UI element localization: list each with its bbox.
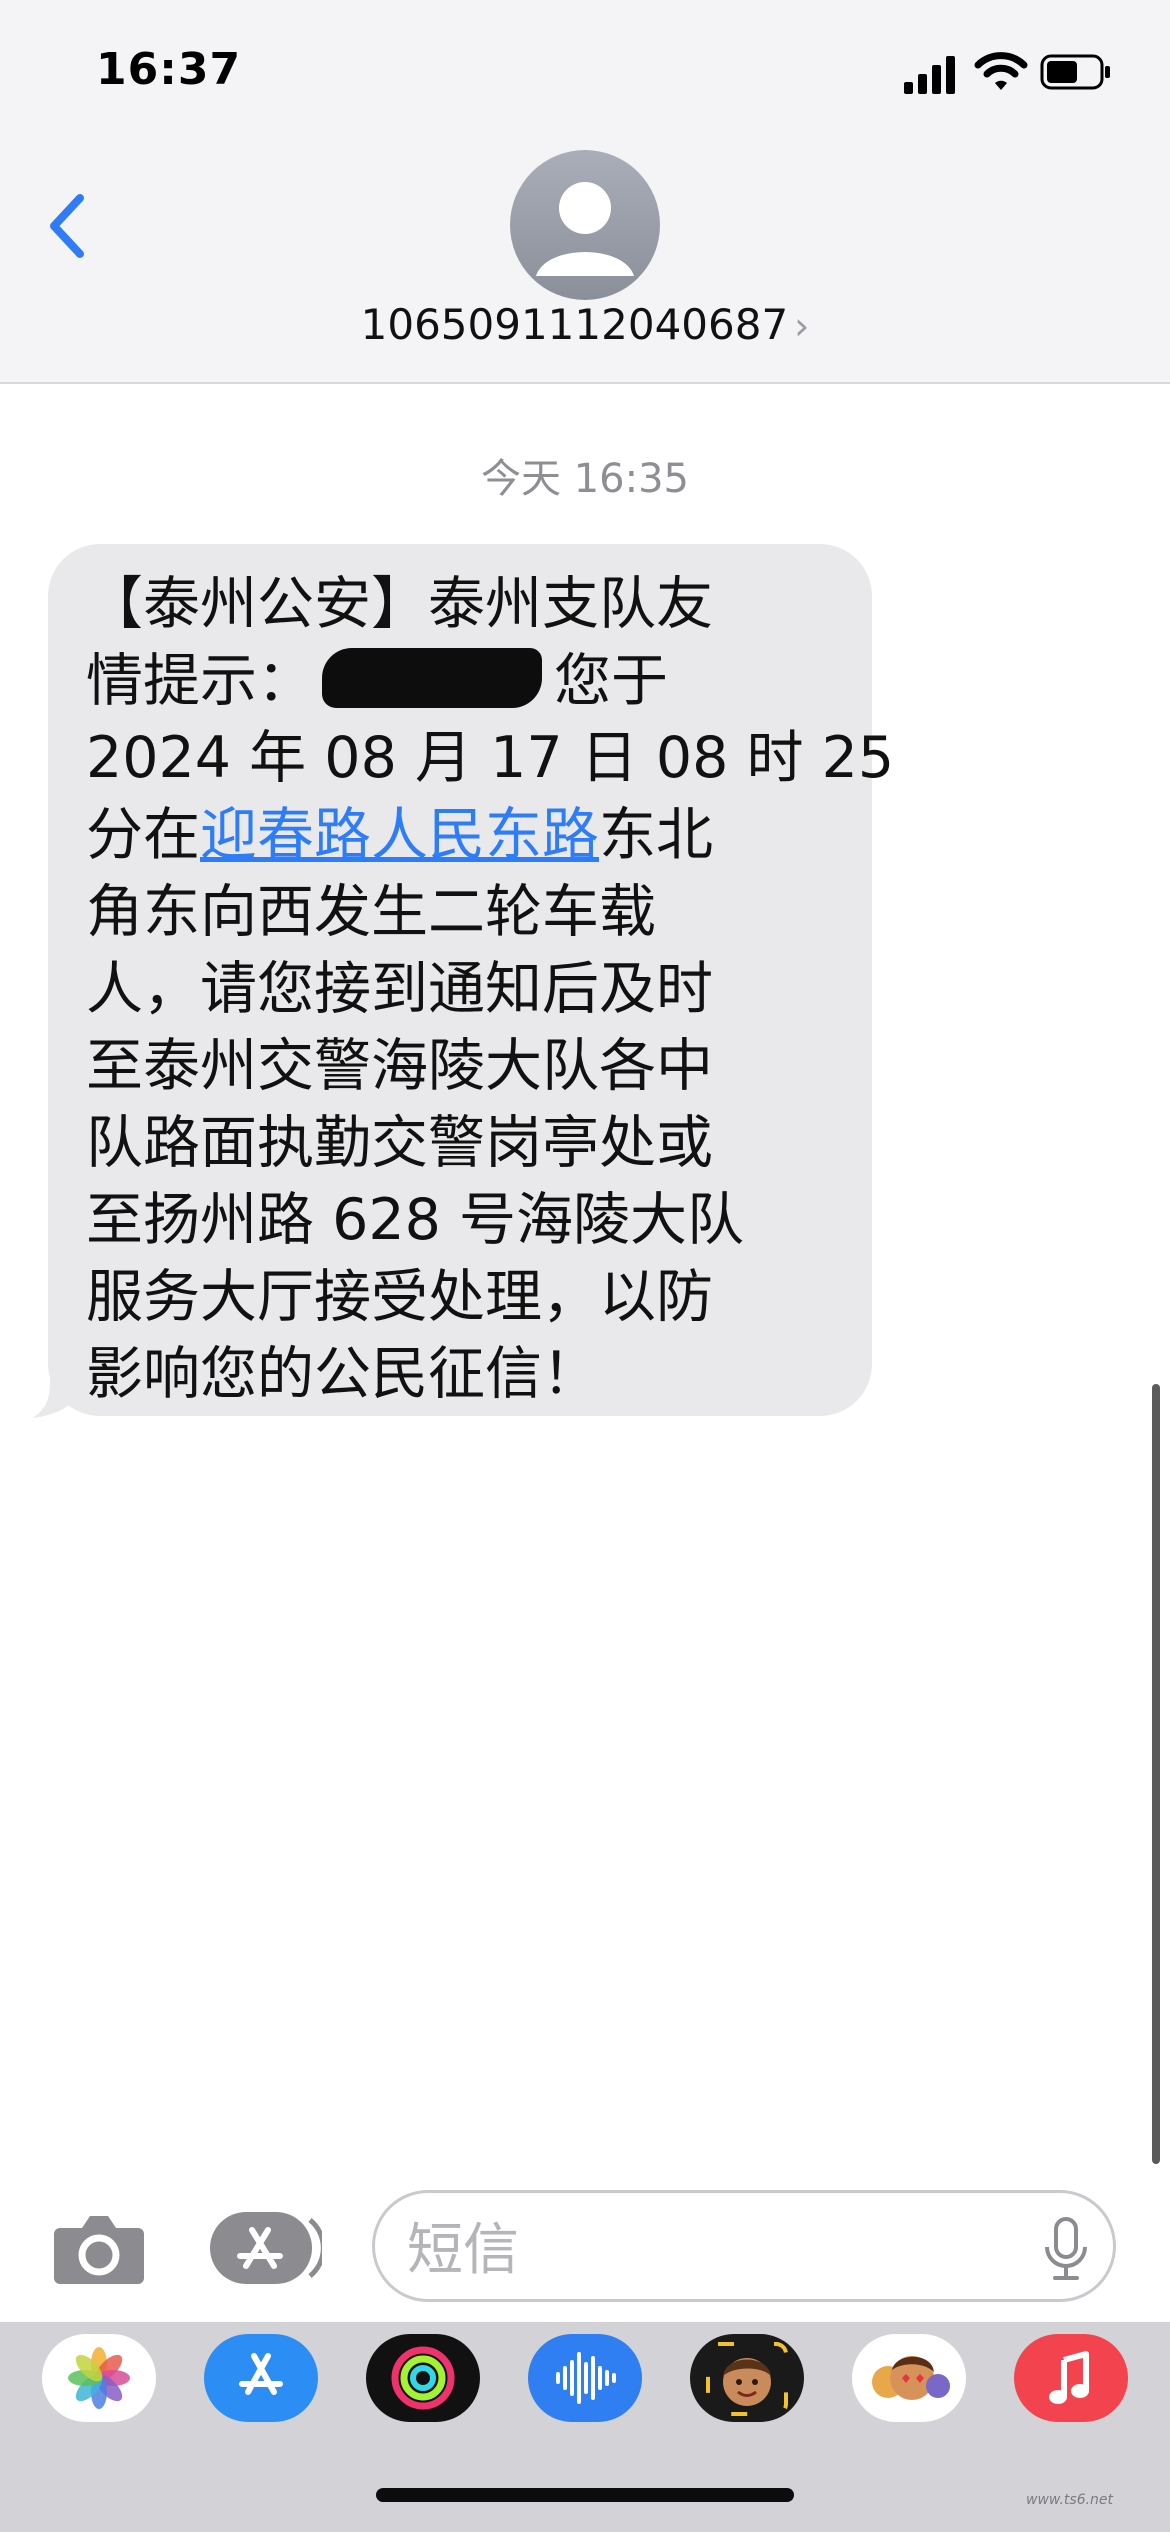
photos-app-icon[interactable] [42, 2334, 156, 2422]
message-line: 至扬州路 628 号海陵大队 [86, 1187, 745, 1253]
cellular-signal-icon [904, 56, 955, 94]
wifi-icon [974, 52, 1028, 90]
message-line: 服务大厅接受处理，以防 [86, 1264, 713, 1330]
message-line: 2024 年 08 月 17 日 08 时 25 [86, 725, 895, 791]
message-line: 分在迎春路人民东路东北 [86, 797, 846, 874]
microphone-icon[interactable] [1043, 2217, 1089, 2281]
fitness-app-icon[interactable] [366, 2334, 480, 2422]
message-fragment: 分在 [86, 802, 200, 868]
memoji-face-icon [706, 2342, 788, 2416]
audio-waveform-icon [556, 2352, 616, 2404]
bubble-tail [32, 1364, 80, 1418]
watermark: www.ts6.net [1026, 2492, 1114, 2508]
message-fragment: 您于 [554, 648, 668, 714]
message-line: 至泰州交警海陵大队各中 [86, 1033, 713, 1099]
address-link[interactable]: 迎春路人民东路 [200, 802, 599, 868]
person-icon [536, 182, 634, 276]
memoji-app-icon[interactable] [690, 2334, 804, 2422]
scrollbar[interactable] [1152, 1384, 1160, 2164]
message-text: 【泰州公安】泰州支队友 情提示： 您于 2024 年 08 月 17 日 08 时… [86, 566, 895, 1413]
home-indicator[interactable] [376, 2488, 794, 2502]
activity-rings-icon [391, 2346, 455, 2410]
message-line: 情提示： 您于 [86, 643, 846, 720]
app-store-app-icon[interactable] [204, 2334, 318, 2422]
photos-flower-icon [68, 2347, 130, 2409]
message-input[interactable] [405, 2211, 1009, 2289]
memoji-stickers-app-icon[interactable] [852, 2334, 966, 2422]
status-time: 16:37 [96, 44, 242, 95]
message-line: 【泰州公安】泰州支队友 [86, 571, 713, 637]
redaction-mark [322, 648, 542, 708]
app-store-icon[interactable] [206, 2208, 322, 2288]
contact-avatar[interactable] [510, 150, 660, 300]
back-button-chevron-left-icon[interactable] [40, 186, 100, 266]
chevron-right-icon: › [794, 304, 810, 348]
message-input-field[interactable] [372, 2190, 1116, 2302]
contact-number: 1065091112040687 [360, 300, 789, 349]
message-line: 角东向西发生二轮车载 [86, 879, 656, 945]
music-note-icon [1049, 2351, 1089, 2404]
message-timestamp: 今天 16:35 [481, 456, 689, 502]
app-store-glyph-icon [239, 2353, 283, 2395]
message-fragment: 东北 [599, 802, 713, 868]
conversation-header: 16:37 1065091112040687 › [0, 0, 1170, 384]
message-line: 影响您的公民征信！ [86, 1341, 599, 1407]
message-line: 人，请您接到通知后及时 [86, 956, 713, 1022]
voice-memo-app-icon[interactable] [528, 2334, 642, 2422]
message-line: 队路面执勤交警岗亭处或 [86, 1110, 713, 1176]
message-fragment: 情提示： [86, 648, 314, 714]
sticker-faces-icon [872, 2356, 950, 2400]
camera-icon[interactable] [52, 2210, 146, 2286]
contact-name-button[interactable]: 1065091112040687 › [360, 300, 810, 360]
music-app-icon[interactable] [1014, 2334, 1128, 2422]
battery-icon [1040, 54, 1110, 90]
